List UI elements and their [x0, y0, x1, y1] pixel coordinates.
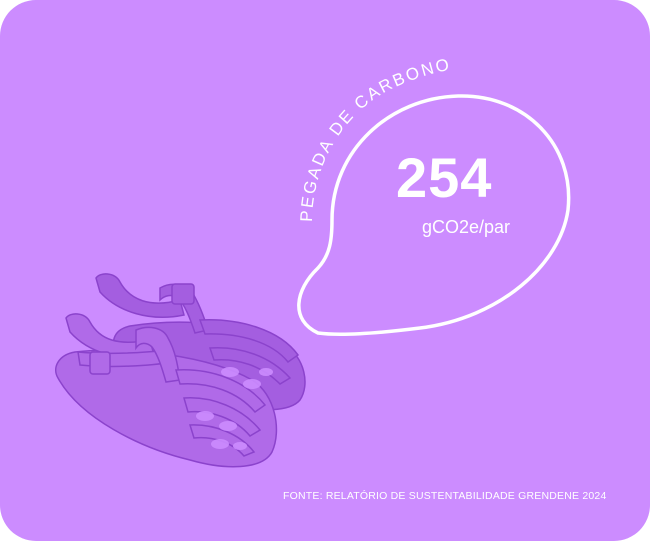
carbon-footprint-card: PEGADA DE CARBONO 254 gCO2e/par FONTE: R…: [0, 0, 650, 541]
speech-bubble-outline: PEGADA DE CARBONO: [54, 55, 571, 468]
sandal-icon: [54, 273, 306, 468]
metric-unit: gCO2e/par: [422, 217, 511, 237]
metric-value: 254: [396, 146, 493, 209]
source-note: FONTE: RELATÓRIO DE SUSTENTABILIDADE GRE…: [283, 490, 607, 502]
